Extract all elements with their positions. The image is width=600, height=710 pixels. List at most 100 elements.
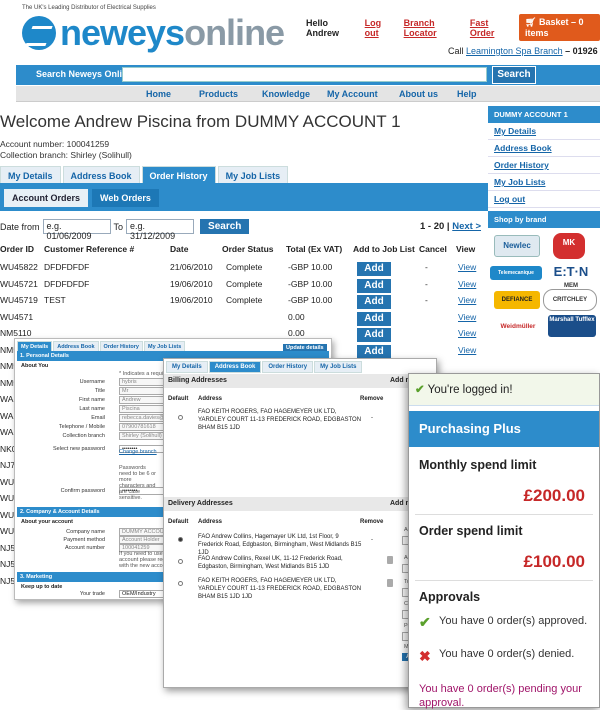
search-button[interactable]: Search: [492, 66, 536, 84]
date-from-label: Date from: [0, 221, 40, 232]
check-icon: ✔: [415, 384, 425, 396]
ab-tab-order-history[interactable]: Order History: [262, 361, 314, 373]
tagline: The UK's Leading Distributor of Electric…: [22, 5, 156, 11]
cell-id: WU4571: [0, 311, 34, 322]
top-links: Hello Andrew Log out Branch Locator Fast…: [306, 14, 600, 41]
add-to-job-list-button[interactable]: Add: [357, 295, 391, 309]
brand-telemecanique[interactable]: Telemecanique: [490, 266, 542, 280]
sidebar-link-order-history[interactable]: Order History: [494, 160, 549, 170]
col-date: Date: [170, 244, 189, 254]
ab-tab-address-book[interactable]: Address Book: [208, 361, 262, 373]
cell-ref: DFDFDFDF: [44, 262, 90, 272]
billing-col-address: Address: [198, 396, 223, 402]
date-to-input[interactable]: e.g. 31/12/2009: [126, 219, 195, 241]
call-number: – 01926 831484: [565, 46, 600, 56]
about-account-label: About your account: [21, 519, 73, 525]
pagination: 1 - 20 | Next >: [420, 221, 481, 232]
cell-id: WU45822: [0, 262, 38, 272]
brand-marshall-tufflex[interactable]: Marshall Tufflex: [548, 315, 596, 337]
col-cancel: Cancel: [419, 244, 447, 254]
collection-branch: Collection branch: Shirley (Solihull): [0, 150, 132, 160]
order-spend-value: £100.00: [523, 552, 585, 571]
nav-my-account[interactable]: My Account: [327, 89, 378, 99]
view-link[interactable]: View: [458, 262, 476, 272]
pending-approval-link[interactable]: You have 0 order(s) pending your approva…: [419, 682, 594, 710]
field-label: Last name: [79, 406, 105, 412]
cell-cancel: -: [425, 262, 428, 272]
delivery-remove-1: -: [371, 537, 373, 543]
sidebar-link-my-details[interactable]: My Details: [494, 126, 536, 136]
call-branch-link[interactable]: Leamington Spa Branch: [466, 46, 563, 56]
change-branch-link[interactable]: Change branch: [119, 449, 157, 455]
cell-date: 21/06/2010: [170, 262, 213, 272]
delivery-add-new-label: Add n: [390, 500, 410, 507]
view-link[interactable]: View: [458, 295, 476, 305]
view-link[interactable]: View: [458, 279, 476, 289]
tab-web-orders[interactable]: Web Orders: [92, 189, 159, 207]
brand-newlec[interactable]: Newlec: [494, 235, 540, 257]
approved-text: You have 0 order(s) approved.: [439, 615, 588, 627]
view-link[interactable]: View: [458, 345, 476, 355]
delivery-default-radio-3[interactable]: [178, 581, 183, 586]
branch-locator-link[interactable]: Branch Locator: [404, 18, 458, 38]
ab-tab-my-details[interactable]: My Details: [166, 361, 208, 373]
nav-knowledge[interactable]: Knowledge: [262, 89, 310, 99]
cell-total: 0.00: [288, 328, 305, 338]
account-number: Account number: 100041259: [0, 139, 110, 149]
search-input[interactable]: [122, 67, 487, 82]
neweys-logo[interactable]: neweysonline: [22, 12, 285, 53]
delivery-col-address: Address: [198, 519, 223, 525]
view-link[interactable]: View: [458, 312, 476, 322]
cell-status: Complete: [226, 295, 263, 305]
next-page-link[interactable]: Next >: [452, 221, 481, 232]
nav-home[interactable]: Home: [146, 89, 171, 99]
tab-account-orders[interactable]: Account Orders: [4, 189, 89, 207]
brand-weidmuller[interactable]: Weidmüller: [492, 318, 544, 336]
nav-products[interactable]: Products: [199, 89, 238, 99]
add-to-job-list-button[interactable]: Add: [357, 278, 391, 293]
order-spend-label: Order spend limit: [419, 524, 523, 538]
date-to-label: To: [113, 221, 124, 232]
logo-word-neweys: neweys: [60, 12, 185, 53]
add-to-job-list-button[interactable]: Add: [357, 262, 391, 276]
delivery-default-radio-1[interactable]: [178, 537, 183, 542]
orders-header: Order ID Customer Reference # Date Order…: [0, 244, 488, 259]
date-search-button[interactable]: Search: [200, 219, 250, 234]
date-from-input[interactable]: e.g. 01/06/2009: [42, 219, 111, 241]
trash-icon[interactable]: [387, 579, 393, 587]
delivery-address-2: FAO Andrew Collins, Rexel UK, 11-12 Fred…: [198, 556, 343, 570]
address-book-panel: My Details Address Book Order History My…: [163, 358, 437, 688]
brand-critchley[interactable]: CRITCHLEY: [543, 289, 597, 311]
nav-about-us[interactable]: About us: [399, 89, 438, 99]
sidebar-link-address-book[interactable]: Address Book: [494, 143, 552, 153]
sidebar-link-logout[interactable]: Log out: [494, 194, 525, 204]
sidebar-heading: DUMMY ACCOUNT 1: [488, 106, 600, 123]
nav-help[interactable]: Help: [457, 89, 477, 99]
brand-mk[interactable]: MK: [553, 233, 585, 259]
field-label: Select new password: [53, 446, 105, 452]
view-link[interactable]: View: [458, 328, 476, 338]
logout-link[interactable]: Log out: [365, 18, 392, 38]
add-to-job-list-button[interactable]: Add: [357, 311, 391, 326]
brand-defiance[interactable]: DEFIANCE: [494, 291, 540, 309]
delivery-default-radio-2[interactable]: [178, 559, 183, 564]
billing-default-radio[interactable]: [178, 415, 183, 420]
billing-col-default: Default: [168, 396, 189, 402]
basket-button[interactable]: 🛒︎ Basket – 0 items: [519, 14, 600, 41]
cell-id: WU45719: [0, 295, 38, 305]
trash-icon[interactable]: [387, 556, 393, 564]
company-field-label: Payment method: [63, 537, 105, 543]
sidebar-link-job-lists[interactable]: My Job Lists: [494, 177, 545, 187]
ab-tab-job-lists[interactable]: My Job Lists: [314, 361, 363, 373]
add-to-job-list-button[interactable]: Add: [357, 344, 391, 359]
purchasing-plus-title: Purchasing Plus: [409, 411, 599, 447]
cell-ref: DFDFDFDF: [44, 278, 90, 289]
divider: [415, 580, 593, 581]
shop-by-brand-heading: Shop by brand: [488, 211, 600, 228]
call-branch-line: Call Leamington Spa Branch – 01926 83148…: [448, 46, 600, 56]
logo-word-online: online: [184, 12, 285, 53]
add-to-job-list-button[interactable]: Add: [357, 328, 391, 342]
fast-order-link[interactable]: Fast Order: [470, 18, 507, 38]
company-field-label: Company name: [66, 529, 105, 535]
neweys-logo-icon: [22, 16, 56, 50]
